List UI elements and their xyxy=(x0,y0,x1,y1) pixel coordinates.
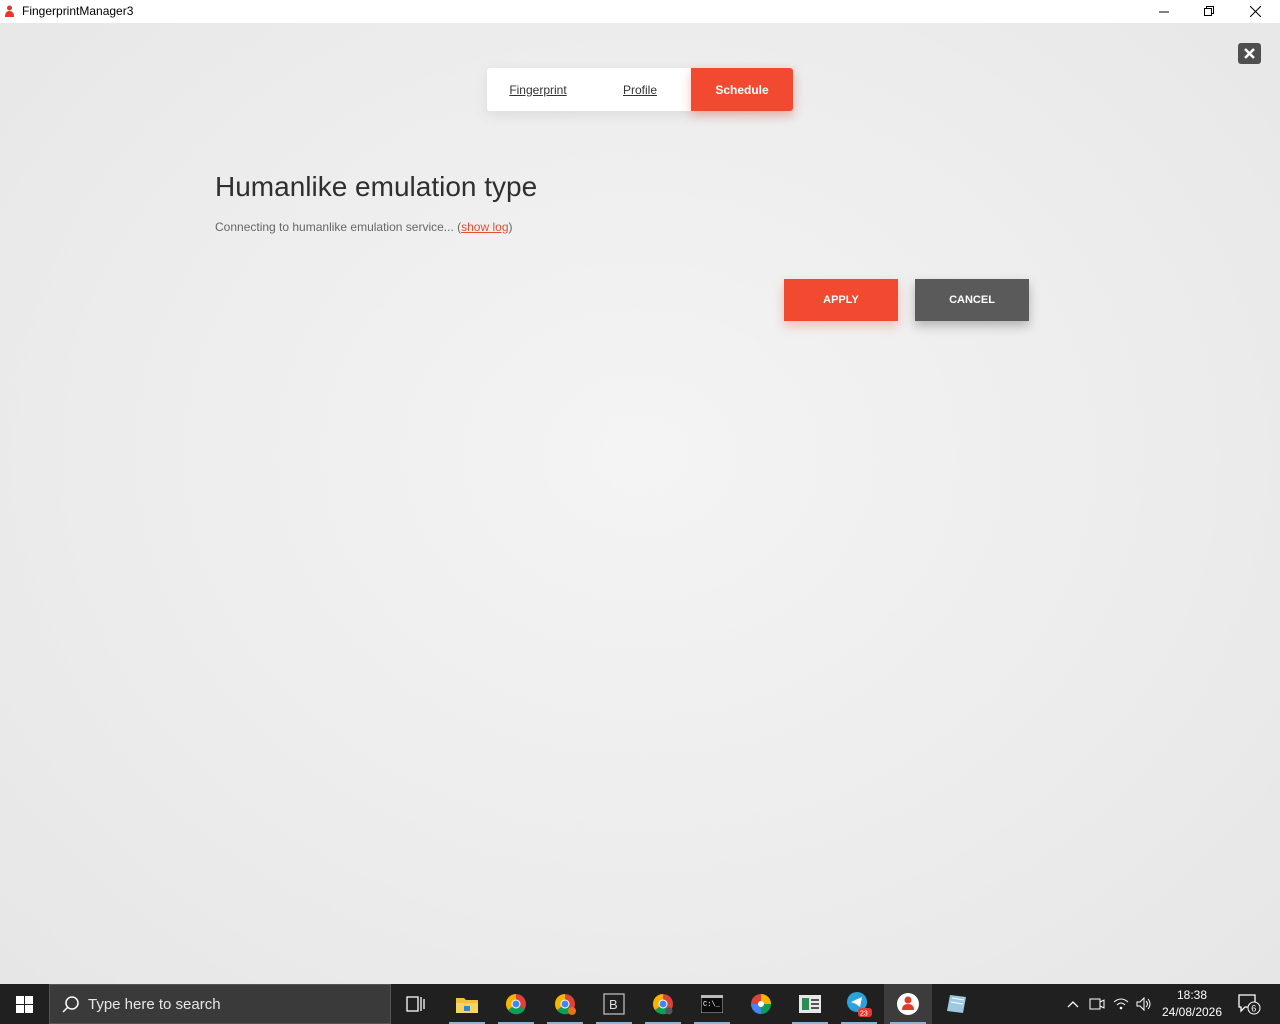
app-icon xyxy=(5,5,14,17)
terminal-icon: C:\_ xyxy=(701,995,723,1013)
status-suffix: ) xyxy=(508,220,513,234)
taskbar: Type here to search B C:\_ 23 18:38 24/0… xyxy=(0,984,1280,1024)
minimize-button[interactable] xyxy=(1141,0,1187,23)
svg-text:B: B xyxy=(609,997,618,1012)
network-button[interactable] xyxy=(1110,984,1132,1024)
chrome-button[interactable] xyxy=(492,984,540,1024)
file-explorer-button[interactable] xyxy=(443,984,491,1024)
chrome-icon xyxy=(506,994,526,1015)
task-view-button[interactable] xyxy=(392,984,440,1024)
start-button[interactable] xyxy=(0,984,48,1024)
clock-date: 24/08/2026 xyxy=(1161,1005,1223,1019)
clock-time: 18:38 xyxy=(1176,988,1208,1002)
volume-button[interactable] xyxy=(1133,984,1155,1024)
wifi-icon xyxy=(1113,998,1129,1010)
chevron-up-icon xyxy=(1067,1001,1079,1008)
tab-bar: Fingerprint Profile Schedule xyxy=(487,68,793,111)
color-wheel-icon xyxy=(751,994,771,1014)
status-text: Connecting to humanlike emulation servic… xyxy=(215,220,513,234)
telegram-badge: 23 xyxy=(860,1011,868,1018)
folder-icon xyxy=(456,998,478,1013)
chrome-icon xyxy=(653,994,673,1015)
restore-button[interactable] xyxy=(1186,0,1232,23)
notepad-icon xyxy=(947,995,966,1013)
windows-icon xyxy=(15,995,33,1013)
notification-count: 6 xyxy=(1251,1004,1256,1014)
chrome-icon xyxy=(555,994,576,1015)
show-log-link[interactable]: show log xyxy=(461,220,508,234)
terminal-button[interactable]: C:\_ xyxy=(688,984,736,1024)
taskbar-search-box[interactable]: Type here to search xyxy=(49,984,391,1024)
notifications-button[interactable]: 6 xyxy=(1234,984,1264,1024)
close-icon xyxy=(1244,48,1255,59)
fingerprint-manager-button[interactable] xyxy=(884,984,932,1024)
telegram-button[interactable]: 23 xyxy=(835,984,883,1024)
clock[interactable]: 18:38 24/08/2026 xyxy=(1155,987,1229,1021)
main-panel: Fingerprint Profile Schedule Humanlike e… xyxy=(0,23,1280,984)
reader-app-button[interactable] xyxy=(786,984,834,1024)
browser-b-icon: B xyxy=(603,993,625,1015)
fingerprint-manager-icon xyxy=(897,993,919,1015)
notification-icon: 6 xyxy=(1238,994,1261,1015)
speaker-icon xyxy=(1136,997,1151,1011)
search-placeholder: Type here to search xyxy=(88,996,221,1013)
notes-app-button[interactable] xyxy=(933,984,981,1024)
task-view-icon xyxy=(406,996,425,1012)
apply-button[interactable]: APPLY xyxy=(784,279,898,321)
color-picker-button[interactable] xyxy=(737,984,785,1024)
tab-fingerprint[interactable]: Fingerprint xyxy=(487,68,589,111)
restore-icon xyxy=(1203,6,1214,16)
minimize-icon xyxy=(1158,11,1169,13)
status-prefix: Connecting to humanlike emulation servic… xyxy=(215,220,462,234)
title-bar: FingerprintManager3 xyxy=(0,0,1280,23)
tab-schedule[interactable]: Schedule xyxy=(691,68,793,111)
telegram-icon: 23 xyxy=(847,992,872,1018)
meet-now-button[interactable] xyxy=(1086,984,1108,1024)
window-title: FingerprintManager3 xyxy=(22,4,134,18)
cancel-button[interactable]: CANCEL xyxy=(915,279,1029,321)
camera-icon xyxy=(1089,998,1105,1010)
search-icon xyxy=(62,996,79,1013)
tab-profile[interactable]: Profile xyxy=(589,68,691,111)
close-icon xyxy=(1249,6,1261,17)
close-dialog-button[interactable] xyxy=(1238,43,1261,64)
show-hidden-icons-button[interactable] xyxy=(1062,984,1084,1024)
chrome-profile-button[interactable] xyxy=(541,984,589,1024)
page-title: Humanlike emulation type xyxy=(215,171,538,202)
chrome-profile-2-button[interactable] xyxy=(639,984,687,1024)
svg-text:C:\_: C:\_ xyxy=(703,1001,721,1009)
app-b-button[interactable]: B xyxy=(590,984,638,1024)
close-window-button[interactable] xyxy=(1232,0,1278,23)
reader-icon xyxy=(799,995,821,1013)
